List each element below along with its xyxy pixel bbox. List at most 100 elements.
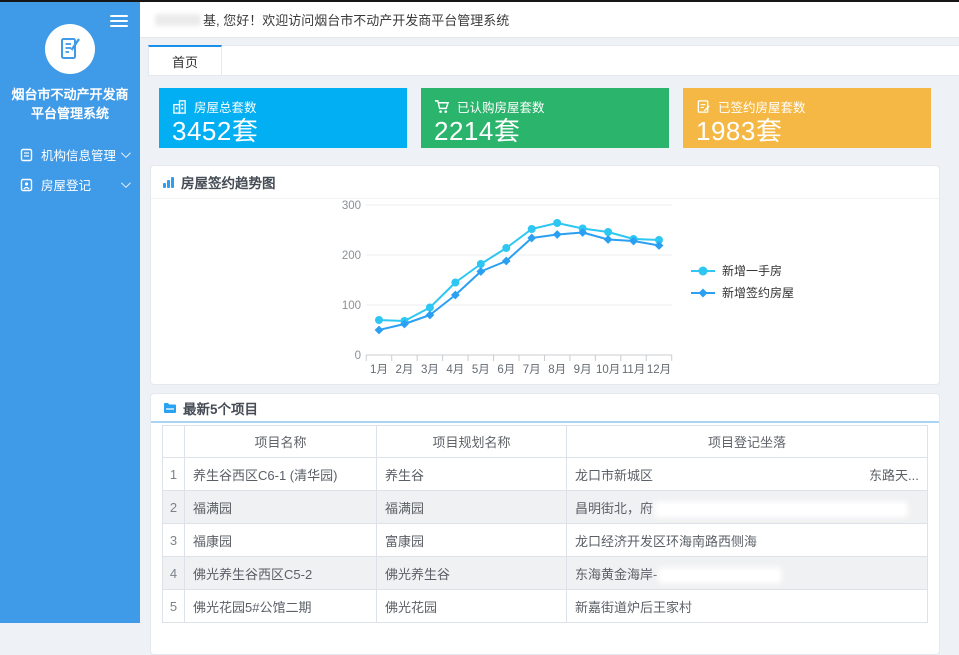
row-index: 4 <box>163 557 185 590</box>
svg-text:3月: 3月 <box>421 364 439 376</box>
cell-project-name: 福满园 <box>185 491 377 524</box>
projects-table-header-row: 项目名称 项目规划名称 项目登记坐落 <box>163 426 928 458</box>
svg-text:6月: 6月 <box>497 364 515 376</box>
chart-title: 房屋签约趋势图 <box>181 172 276 192</box>
svg-text:新增签约房屋: 新增签约房屋 <box>722 285 794 300</box>
cell-project-name: 福康园 <box>185 524 377 557</box>
stat-label: 房屋总套数 <box>194 97 257 116</box>
app-title: 烟台市不动产开发商平台管理系统 <box>0 86 140 124</box>
document-pencil-icon <box>56 35 84 63</box>
projects-panel-header: 最新5个项目 <box>151 394 939 423</box>
stat-label: 已认购房屋套数 <box>457 97 545 116</box>
stat-card-signed-houses: 已签约房屋套数 1983套 <box>683 88 931 148</box>
legend-item[interactable]: 新增签约房屋 <box>691 285 794 300</box>
stat-label: 已签约房屋套数 <box>718 97 806 116</box>
svg-text:5月: 5月 <box>472 364 490 376</box>
stat-cards-row: 房屋总套数 3452套 已认购房屋套数 2214套 <box>159 88 931 148</box>
redacted-location <box>656 503 906 516</box>
greeting-text: 基, 您好！欢迎访问烟台市不动产开发商平台管理系统 <box>203 10 509 29</box>
redacted-username <box>155 14 201 26</box>
cell-project-name: 佛光养生谷西区C5-2 <box>185 557 377 590</box>
col-index <box>163 426 185 458</box>
row-index: 5 <box>163 590 185 623</box>
stat-value: 2214套 <box>434 116 656 147</box>
chart-panel: 房屋签约趋势图 01002003001月2月3月4月5月6月7月8月9月10月1… <box>150 165 940 385</box>
folder-icon <box>163 402 177 414</box>
tab-bar: 首页 <box>148 45 959 76</box>
col-location: 项目登记坐落 <box>567 426 928 458</box>
cell-project-name: 佛光花园5#公馆二期 <box>185 590 377 623</box>
contract-icon <box>696 99 711 114</box>
cell-location: 龙口市新城区东路天... <box>567 458 928 491</box>
table-row[interactable]: 3福康园富康园龙口经济开发区环海南路西侧海 <box>163 524 928 557</box>
bar-chart-icon <box>163 177 175 188</box>
svg-text:11月: 11月 <box>622 364 645 376</box>
redacted-location <box>760 536 875 549</box>
redacted-location <box>660 569 780 582</box>
table-row[interactable]: 5佛光花园5#公馆二期佛光花园新嘉街道炉后王家村 <box>163 590 928 623</box>
chevron-down-icon <box>121 178 131 188</box>
cell-project-name: 养生谷西区C6-1 (清华园) <box>185 458 377 491</box>
stat-value: 1983套 <box>696 116 918 147</box>
svg-text:100: 100 <box>342 300 361 312</box>
cell-location: 东海黄金海岸- <box>567 557 928 590</box>
svg-text:1月: 1月 <box>370 364 388 376</box>
svg-text:12月: 12月 <box>647 364 671 376</box>
projects-title: 最新5个项目 <box>183 398 258 418</box>
col-project-name: 项目名称 <box>185 426 377 458</box>
cell-plan-name: 福满园 <box>377 491 567 524</box>
svg-text:7月: 7月 <box>523 364 541 376</box>
svg-text:9月: 9月 <box>574 364 592 376</box>
projects-table: 项目名称 项目规划名称 项目登记坐落 1养生谷西区C6-1 (清华园)养生谷龙口… <box>162 425 928 623</box>
cell-location: 龙口经济开发区环海南路西侧海 <box>567 524 928 557</box>
svg-text:4月: 4月 <box>446 364 464 376</box>
cart-icon <box>434 99 450 114</box>
projects-panel: 最新5个项目 项目名称 项目规划名称 项目登记坐落 1养生谷西区C6-1 (清华… <box>150 393 940 655</box>
redacted-location <box>656 470 866 483</box>
sidebar-item-org-info[interactable]: 机构信息管理 <box>0 140 140 170</box>
table-row[interactable]: 2福满园福满园昌明街北，府 <box>163 491 928 524</box>
app-logo <box>45 24 95 74</box>
svg-text:200: 200 <box>342 250 361 262</box>
svg-text:300: 300 <box>342 200 361 212</box>
org-info-icon <box>20 148 33 162</box>
main-area: 基, 您好！欢迎访问烟台市不动产开发商平台管理系统 首页 房屋总套数 3452套 <box>140 2 959 623</box>
svg-text:2月: 2月 <box>396 364 414 376</box>
cell-plan-name: 养生谷 <box>377 458 567 491</box>
table-row[interactable]: 4佛光养生谷西区C5-2佛光养生谷东海黄金海岸- <box>163 557 928 590</box>
sidebar: 烟台市不动产开发商平台管理系统 机构信息管理 房屋登记 <box>0 2 140 623</box>
trend-line-chart: 0 100 200 300 1月 2月 3月 4月 5月 6月 7月 8月 9月 10月11月12月 新增一… <box>151 199 939 390</box>
stat-card-total-houses: 房屋总套数 3452套 <box>159 88 407 148</box>
chevron-down-icon <box>121 148 131 158</box>
cell-plan-name: 富康园 <box>377 524 567 557</box>
building-icon <box>172 99 187 114</box>
content: 房屋总套数 3452套 已认购房屋套数 2214套 <box>140 76 959 655</box>
svg-text:10月: 10月 <box>596 364 620 376</box>
redacted-location <box>695 602 805 615</box>
tab-home[interactable]: 首页 <box>148 45 222 75</box>
house-register-icon <box>20 178 33 192</box>
legend-item[interactable]: 新增一手房 <box>691 263 782 278</box>
cell-location: 新嘉街道炉后王家村 <box>567 590 928 623</box>
svg-text:8月: 8月 <box>548 364 566 376</box>
sidebar-menu: 机构信息管理 房屋登记 <box>0 140 140 200</box>
row-index: 2 <box>163 491 185 524</box>
col-plan-name: 项目规划名称 <box>377 426 567 458</box>
top-header: 基, 您好！欢迎访问烟台市不动产开发商平台管理系统 <box>140 2 959 38</box>
sidebar-item-house-register[interactable]: 房屋登记 <box>0 170 140 200</box>
cell-plan-name: 佛光养生谷 <box>377 557 567 590</box>
cell-location: 昌明街北，府 <box>567 491 928 524</box>
sidebar-item-label: 机构信息管理 <box>41 145 121 164</box>
row-index: 1 <box>163 458 185 491</box>
stat-card-subscribed-houses: 已认购房屋套数 2214套 <box>421 88 669 148</box>
sidebar-item-label: 房屋登记 <box>41 175 121 194</box>
row-index: 3 <box>163 524 185 557</box>
table-row[interactable]: 1养生谷西区C6-1 (清华园)养生谷龙口市新城区东路天... <box>163 458 928 491</box>
tab-home-label: 首页 <box>172 52 198 71</box>
chart-panel-header: 房屋签约趋势图 <box>151 166 939 199</box>
cell-plan-name: 佛光花园 <box>377 590 567 623</box>
svg-text:0: 0 <box>355 350 361 362</box>
stat-value: 3452套 <box>172 116 394 147</box>
svg-text:新增一手房: 新增一手房 <box>722 263 782 278</box>
hamburger-menu-icon[interactable] <box>110 12 128 30</box>
